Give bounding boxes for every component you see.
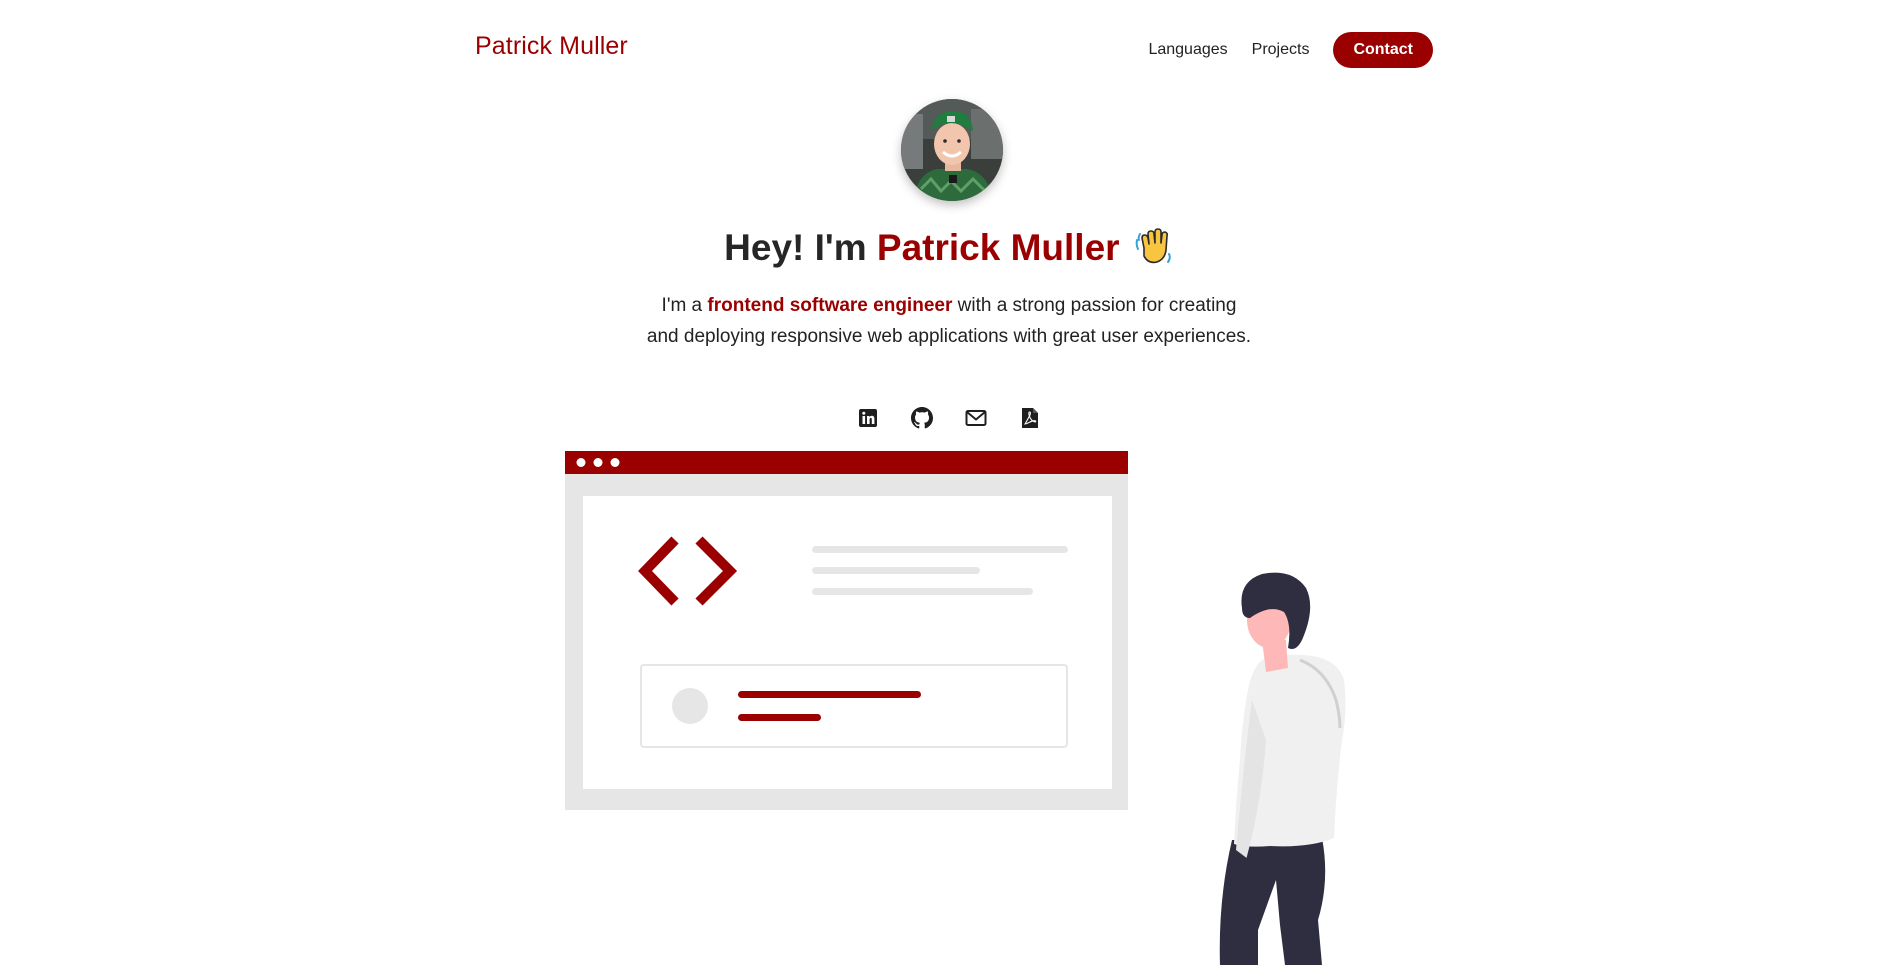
- hero-name: Patrick Muller: [876, 227, 1120, 268]
- site-header: Patrick Muller Languages Projects Contac…: [0, 0, 1898, 100]
- intro-prefix: I'm a: [661, 295, 703, 316]
- github-icon[interactable]: [911, 407, 933, 429]
- linkedin-icon[interactable]: [857, 407, 879, 429]
- pdf-resume-icon[interactable]: [1019, 407, 1041, 429]
- hero-headline: Hey! I'm Patrick Muller: [0, 226, 1898, 269]
- waving-hand-icon: [1135, 228, 1171, 264]
- nav-projects-link[interactable]: Projects: [1252, 41, 1310, 59]
- contact-button[interactable]: Contact: [1333, 32, 1433, 68]
- profile-avatar: [901, 99, 1003, 201]
- social-links: [0, 407, 1898, 429]
- main-nav: Languages Projects Contact: [1148, 32, 1433, 68]
- browser-window-graphic: [565, 451, 1128, 810]
- mail-icon[interactable]: [965, 407, 987, 429]
- intro-highlight: frontend software engineer: [707, 295, 953, 316]
- brand-logo-link[interactable]: Patrick Muller: [475, 32, 628, 61]
- nav-languages-link[interactable]: Languages: [1148, 41, 1227, 59]
- profile-photo: [901, 99, 1003, 201]
- portfolio-page: Patrick Muller Languages Projects Contac…: [0, 0, 1898, 965]
- greeting-text: Hey! I'm: [724, 227, 867, 268]
- person-graphic: [1219, 572, 1346, 965]
- intro-paragraph: I'm a frontend software engineer with a …: [645, 290, 1253, 352]
